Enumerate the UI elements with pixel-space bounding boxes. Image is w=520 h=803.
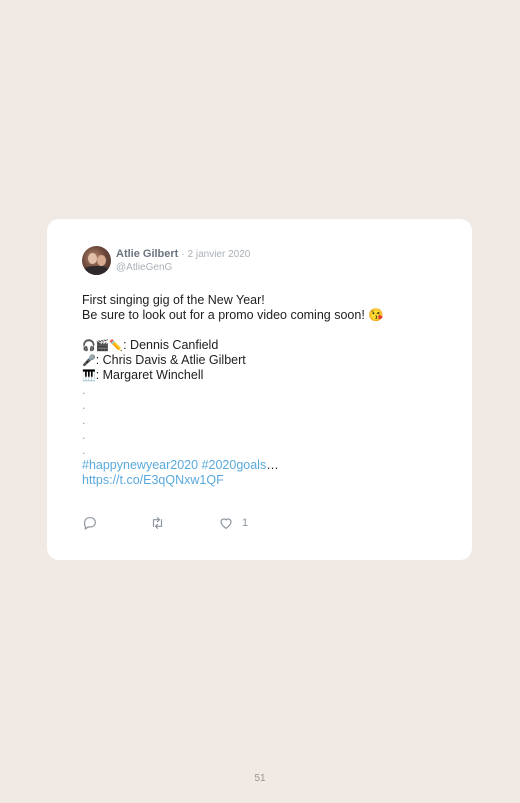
dot-line: . [82, 383, 86, 397]
credit-line-2: 🎤: Chris Davis & Atlie Gilbert [82, 353, 442, 368]
retweet-icon [152, 517, 163, 529]
tweet-actions: 1 [82, 514, 282, 532]
like-count: 1 [242, 517, 249, 529]
hashtag-line: #happynewyear2020 #2020goals… [82, 458, 442, 473]
retweet-button[interactable] [149, 514, 166, 532]
link-line: https://t.co/E3qQNxw1QF [82, 473, 442, 488]
heart-icon [220, 518, 232, 529]
tweet-card: Atlie Gilbert · 2 janvier 2020 @AtlieGen… [47, 219, 472, 560]
credit-text-1: : Dennis Canfield [123, 338, 219, 352]
tweet-date[interactable]: · 2 janvier 2020 [181, 249, 250, 260]
dot-line: . [82, 413, 86, 427]
avatar[interactable] [82, 246, 111, 275]
credit-line-1: 🎧🎬✏️: Dennis Canfield [82, 338, 442, 353]
author-name[interactable]: Atlie Gilbert [116, 248, 178, 260]
dot-line: . [82, 398, 86, 412]
dot-line: . [82, 428, 86, 442]
credit-text-2: : Chris Davis & Atlie Gilbert [95, 353, 246, 367]
tweet-header: Atlie Gilbert · 2 janvier 2020 [116, 248, 250, 261]
credit-line-3: 🎹: Margaret Winchell [82, 368, 442, 383]
reply-button[interactable] [82, 514, 98, 532]
hashtag-link[interactable]: #happynewyear2020 [82, 458, 198, 472]
hashtag-link[interactable]: #2020goals [202, 458, 267, 472]
keyboard-emoji: 🎹 [82, 369, 96, 382]
headphones-camera-pencil-emoji: 🎧🎬✏️ [82, 339, 124, 352]
author-handle[interactable]: @AtlieGenG [116, 262, 172, 273]
tweet-body: First singing gig of the New Year! Be su… [82, 293, 442, 488]
dot-line: . [82, 443, 86, 457]
tweet-line-1: First singing gig of the New Year! [82, 293, 265, 307]
credit-text-3: : Margaret Winchell [95, 368, 204, 382]
tweet-line-2: Be sure to look out for a promo video co… [82, 308, 384, 322]
microphone-emoji: 🎤 [82, 354, 96, 367]
like-button[interactable]: 1 [218, 514, 248, 532]
truncation-ellipsis: … [266, 458, 279, 472]
reply-icon [83, 517, 96, 530]
tweet-url-link[interactable]: https://t.co/E3qQNxw1QF [82, 473, 224, 487]
page-number: 51 [254, 773, 266, 784]
